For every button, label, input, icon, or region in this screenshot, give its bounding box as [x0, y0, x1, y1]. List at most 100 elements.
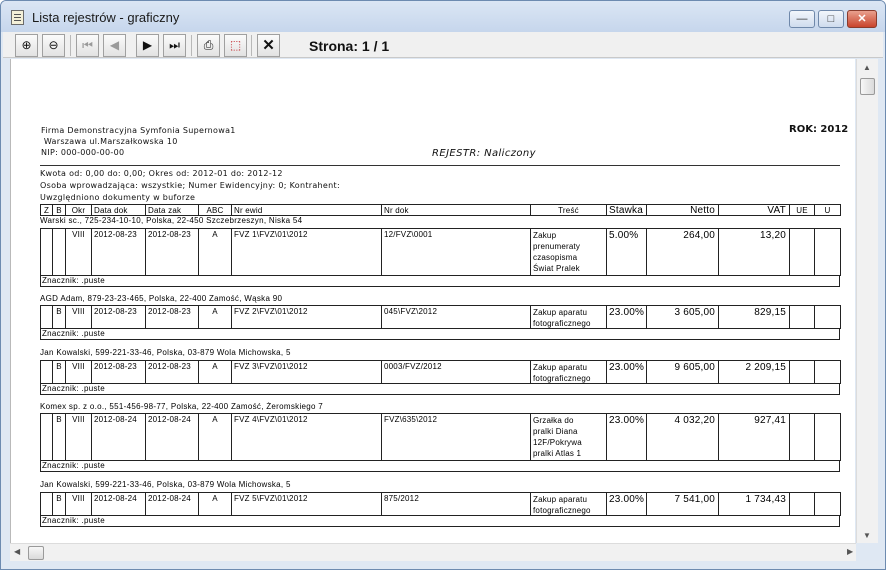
column-header-netto: Netto [646, 204, 719, 216]
next-page-button[interactable]: ▶ [136, 34, 159, 57]
cell-netto: 7 541,00 [646, 492, 719, 516]
zoom-in-button[interactable]: ⊕ [15, 34, 38, 57]
cell-abc: A [198, 360, 232, 384]
marker-row: Znacznik: .puste [40, 516, 840, 527]
column-header-data-dok: Data dok [91, 204, 146, 216]
counterparty-line: AGD Adam, 879-23-23-465, Polska, 22-400 … [40, 294, 283, 303]
column-header-okr: Okr [65, 204, 92, 216]
cell-nr-ewid: FVZ 4\FVZ\01\2012 [231, 413, 382, 461]
minimize-icon: — [796, 13, 808, 25]
counterparty-line: Jan Kowalski, 599-221-33-46, Polska, 03-… [40, 480, 291, 489]
counterparty-line: Warski sc., 725-234-10-10, Polska, 22-45… [40, 216, 303, 225]
column-header-data-zak: Data zak [145, 204, 199, 216]
cell-netto: 264,00 [646, 228, 719, 276]
printer-icon: ⎙ [203, 38, 214, 52]
cell-ue [789, 305, 815, 329]
cell-b: B [52, 413, 66, 461]
marker-row: Znacznik: .puste [40, 276, 840, 287]
cell-b: B [52, 360, 66, 384]
cell-data-zak: 2012-08-24 [145, 492, 199, 516]
cell-data-zak: 2012-08-23 [145, 360, 199, 384]
filter-amount-period: Kwota od: 0,00 do: 0,00; Okres od: 2012-… [40, 169, 283, 178]
previous-page-icon: ◀ [109, 38, 120, 52]
cell-netto: 4 032,20 [646, 413, 719, 461]
cell-okr: VIII [65, 305, 92, 329]
cell-okr: VIII [65, 413, 92, 461]
zoom-out-button[interactable]: ⊖ [42, 34, 65, 57]
cell-stawka: 5.00% [606, 228, 647, 276]
cell-tresc: Zakup aparatu fotograficznego [530, 305, 607, 329]
print-button[interactable]: ⎙ [197, 34, 220, 57]
column-header-tresc: Treść [530, 204, 607, 216]
cell-okr: VIII [65, 492, 92, 516]
close-window-button[interactable]: ✕ [847, 10, 877, 28]
column-header-vat: VAT [718, 204, 790, 216]
minimize-button[interactable]: — [789, 10, 815, 28]
cell-data-dok: 2012-08-23 [91, 360, 146, 384]
close-preview-button[interactable]: ✕ [257, 34, 280, 57]
column-header-abc: ABC [198, 204, 232, 216]
title-bar[interactable]: Lista rejestrów - graficzny — □ ✕ [1, 1, 885, 32]
cell-data-dok: 2012-08-23 [91, 305, 146, 329]
cell-nr-dok: 12/FVZ\0001 [381, 228, 531, 276]
counterparty-line: Komex sp. z o.o., 551-456-98-77, Polska,… [40, 402, 324, 411]
cell-u [814, 360, 841, 384]
page-indicator: Strona: 1 / 1 [309, 38, 390, 54]
cell-abc: A [198, 413, 232, 461]
cell-okr: VIII [65, 228, 92, 276]
scroll-up-icon[interactable]: ▲ [863, 63, 871, 72]
document-list-icon [11, 10, 24, 25]
cell-nr-ewid: FVZ 3\FVZ\01\2012 [231, 360, 382, 384]
vertical-scrollbar[interactable]: ▲ ▼ [856, 59, 878, 543]
previous-page-button[interactable]: ◀ [103, 34, 126, 57]
app-window: Lista rejestrów - graficzny — □ ✕ ⊕ ⊖ ⏮ … [0, 0, 886, 570]
cell-nr-ewid: FVZ 5\FVZ\01\2012 [231, 492, 382, 516]
export-pdf-button[interactable]: ⬚ [224, 34, 247, 57]
scroll-down-icon[interactable]: ▼ [863, 531, 871, 540]
report-year: ROK: 2012 [789, 124, 849, 135]
cell-data-dok: 2012-08-24 [91, 413, 146, 461]
column-header-b: B [52, 204, 66, 216]
scroll-left-icon[interactable]: ◀ [14, 547, 20, 556]
cell-abc: A [198, 228, 232, 276]
report-viewport[interactable]: Firma Demonstracyjna Symfonia Supernowa1… [10, 59, 855, 543]
cell-tresc: Grzałka do pralki Diana 12F/Pokrywa pral… [530, 413, 607, 461]
company-header: Firma Demonstracyjna Symfonia Supernowa1… [41, 125, 236, 158]
cell-nr-dok: 0003/FVZ/2012 [381, 360, 531, 384]
company-name: Firma Demonstracyjna Symfonia Supernowa1 [41, 126, 236, 135]
vertical-scroll-thumb[interactable] [860, 78, 875, 95]
cell-ue [789, 228, 815, 276]
column-header-nr-dok: Nr dok [381, 204, 531, 216]
cell-ue [789, 360, 815, 384]
first-page-button[interactable]: ⏮ [76, 34, 99, 57]
close-icon: ✕ [857, 13, 867, 25]
toolbar-separator [191, 35, 192, 56]
horizontal-scroll-thumb[interactable] [28, 546, 44, 560]
scroll-right-icon[interactable]: ▶ [847, 547, 853, 556]
last-page-button[interactable]: ⏭ [163, 34, 186, 57]
cell-netto: 3 605,00 [646, 305, 719, 329]
cell-u [814, 413, 841, 461]
filter-buffer: Uwzględniono dokumenty w buforze [40, 193, 196, 202]
cell-vat: 927,41 [718, 413, 790, 461]
horizontal-scrollbar[interactable]: ◀ ▶ [10, 543, 856, 561]
cell-vat: 829,15 [718, 305, 790, 329]
column-header-nr-ewid: Nr ewid [231, 204, 382, 216]
cell-abc: A [198, 305, 232, 329]
filter-person: Osoba wprowadzająca: wszystkie; Numer Ew… [40, 181, 340, 190]
cell-tresc: Zakup prenumeraty czasopisma Świat Prale… [530, 228, 607, 276]
marker-row: Znacznik: .puste [40, 329, 840, 340]
column-header-ue: UE [789, 204, 815, 216]
cell-u [814, 492, 841, 516]
cell-u [814, 305, 841, 329]
cell-nr-dok: 045\FVZ\2012 [381, 305, 531, 329]
first-page-icon: ⏮ [82, 38, 93, 52]
cell-b [52, 228, 66, 276]
toolbar: ⊕ ⊖ ⏮ ◀ ▶ ⏭ ⎙ ⬚ ✕ Strona: 1 / 1 [3, 32, 883, 58]
cell-stawka: 23.00% [606, 305, 647, 329]
maximize-icon: □ [827, 13, 835, 25]
cell-data-zak: 2012-08-23 [145, 228, 199, 276]
company-nip: NIP: 000-000-00-00 [41, 148, 125, 157]
cell-stawka: 23.00% [606, 413, 647, 461]
maximize-button[interactable]: □ [818, 10, 844, 28]
